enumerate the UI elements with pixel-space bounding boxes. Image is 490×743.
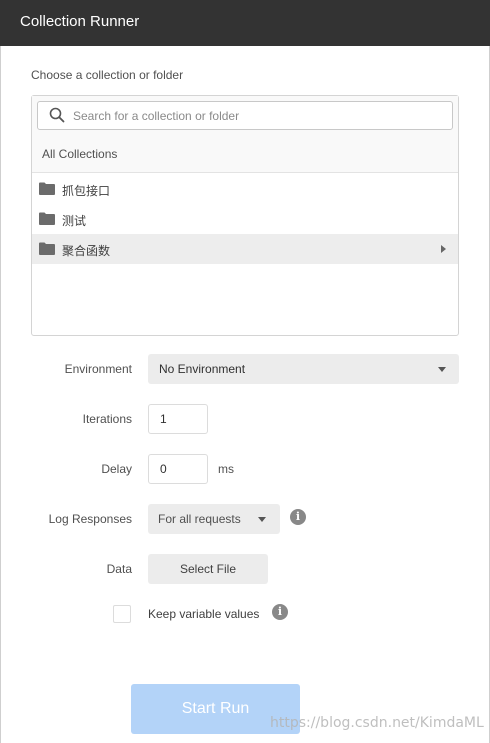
log-responses-select[interactable]: For all requests bbox=[148, 504, 280, 534]
folder-icon bbox=[39, 212, 55, 225]
collection-picker: All Collections 抓包接口 测试 聚合函数 bbox=[31, 95, 459, 336]
environment-value: No Environment bbox=[159, 362, 246, 376]
caret-right-icon[interactable] bbox=[441, 245, 446, 253]
window-title: Collection Runner bbox=[20, 13, 140, 30]
choose-collection-label: Choose a collection or folder bbox=[31, 68, 184, 82]
info-icon[interactable]: i bbox=[272, 604, 288, 620]
dropdown-arrow-icon bbox=[258, 517, 266, 522]
collection-item[interactable]: 抓包接口 bbox=[32, 174, 458, 204]
dropdown-arrow-icon bbox=[438, 367, 446, 372]
iterations-input[interactable] bbox=[148, 404, 208, 434]
log-responses-label: Log Responses bbox=[48, 512, 132, 526]
all-collections-link[interactable]: All Collections bbox=[42, 147, 117, 161]
collection-item[interactable]: 测试 bbox=[32, 204, 458, 234]
delay-label: Delay bbox=[101, 462, 132, 476]
collection-item-label: 聚合函数 bbox=[62, 244, 111, 258]
delay-unit: ms bbox=[218, 462, 234, 476]
data-label: Data bbox=[106, 562, 132, 576]
search-icon bbox=[49, 107, 65, 123]
picker-header: All Collections bbox=[32, 96, 458, 173]
search-input[interactable] bbox=[73, 107, 443, 125]
watermark: https://blog.csdn.net/KimdaML bbox=[270, 715, 484, 731]
collection-item-label: 抓包接口 bbox=[62, 184, 111, 198]
keep-variables-checkbox[interactable] bbox=[113, 605, 131, 623]
environment-select[interactable]: No Environment bbox=[148, 354, 459, 384]
collection-item-selected[interactable]: 聚合函数 bbox=[32, 234, 458, 264]
log-responses-value: For all requests bbox=[158, 512, 241, 526]
frame-border-left bbox=[0, 46, 1, 743]
environment-label: Environment bbox=[64, 362, 132, 376]
delay-input[interactable] bbox=[148, 454, 208, 484]
keep-variables-label: Keep variable values bbox=[148, 607, 260, 621]
info-icon[interactable]: i bbox=[290, 509, 306, 525]
search-box[interactable] bbox=[37, 101, 453, 130]
folder-icon bbox=[39, 242, 55, 255]
iterations-label: Iterations bbox=[82, 412, 132, 426]
title-bar: Collection Runner bbox=[0, 0, 490, 46]
select-file-button[interactable]: Select File bbox=[148, 554, 268, 584]
collection-item-label: 测试 bbox=[62, 214, 87, 228]
folder-icon bbox=[39, 182, 55, 195]
